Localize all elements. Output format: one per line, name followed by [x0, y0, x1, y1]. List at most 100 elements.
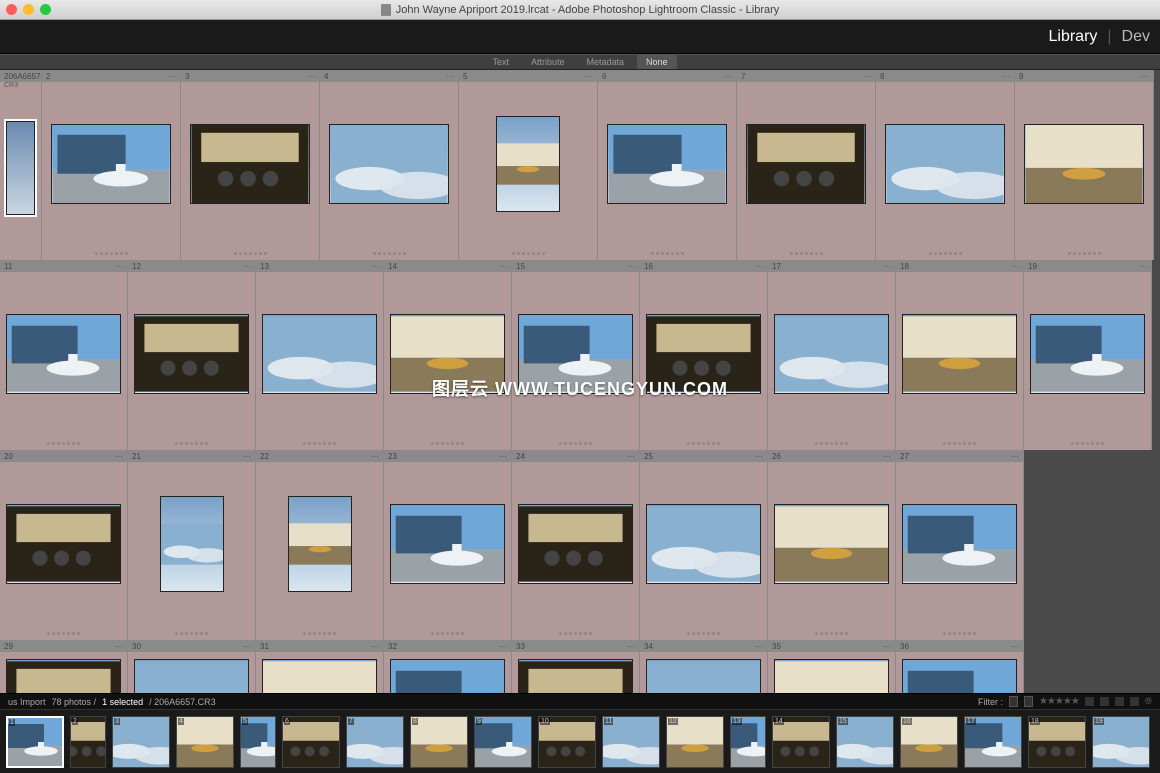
cell-menu-icon[interactable]: ⋯ [115, 452, 123, 461]
filter-tab-text[interactable]: Text [483, 55, 518, 69]
thumbnail[interactable] [390, 659, 505, 693]
rating-stars[interactable]: ★★★★★ [1039, 696, 1079, 707]
cell-menu-icon[interactable]: ⋯ [371, 262, 379, 271]
cell-menu-icon[interactable]: ⋯ [863, 72, 871, 81]
grid-cell[interactable]: 13⋯ [256, 260, 384, 450]
cell-menu-icon[interactable]: ⋯ [499, 262, 507, 271]
thumbnail[interactable] [646, 314, 761, 394]
thumbnail[interactable] [134, 659, 249, 693]
thumbnail[interactable] [6, 314, 121, 394]
thumbnail[interactable] [190, 124, 310, 204]
cell-menu-icon[interactable]: ⋯ [1011, 262, 1019, 271]
grid-cell[interactable]: 11⋯ [0, 260, 128, 450]
thumbnail[interactable] [6, 659, 121, 693]
grid-cell[interactable]: 6⋯ [598, 70, 737, 260]
cell-menu-icon[interactable]: ⋯ [115, 642, 123, 651]
grid-cell[interactable]: 33⋯ [512, 640, 640, 693]
cell-menu-icon[interactable]: ⋯ [627, 262, 635, 271]
cell-menu-icon[interactable]: ⋯ [755, 262, 763, 271]
filmstrip-thumb[interactable]: 14 [772, 716, 830, 768]
thumbnail[interactable] [902, 314, 1017, 394]
filmstrip-thumb[interactable]: 16 [900, 716, 958, 768]
module-develop[interactable]: Dev [1112, 28, 1160, 46]
grid-view[interactable]: 206A6657 CR3 2⋯ 3⋯ 4⋯ 5⋯ 6⋯ 7⋯ 8⋯ 9⋯ 11⋯… [0, 70, 1160, 693]
cell-menu-icon[interactable]: ⋯ [883, 642, 891, 651]
thumbnail[interactable] [6, 504, 121, 584]
filmstrip-thumb[interactable]: 15 [836, 716, 894, 768]
grid-cell[interactable]: 8⋯ [876, 70, 1015, 260]
cell-menu-icon[interactable]: ⋯ [307, 72, 315, 81]
grid-cell[interactable]: 2⋯ [42, 70, 181, 260]
color-label-yellow[interactable] [1100, 697, 1109, 706]
cell-menu-icon[interactable]: ⋯ [755, 452, 763, 461]
thumbnail[interactable] [902, 659, 1017, 693]
thumbnail[interactable] [774, 504, 889, 584]
cell-menu-icon[interactable]: ⋯ [1139, 262, 1147, 271]
thumbnail[interactable] [51, 124, 171, 204]
cell-menu-icon[interactable]: ⋯ [115, 262, 123, 271]
thumbnail[interactable] [262, 314, 377, 394]
grid-cell[interactable]: 25⋯ [640, 450, 768, 640]
grid-cell[interactable]: 24⋯ [512, 450, 640, 640]
thumbnail[interactable] [134, 314, 249, 394]
flag-reject-icon[interactable] [1024, 696, 1033, 707]
grid-cell[interactable]: 14⋯ [384, 260, 512, 450]
thumbnail[interactable] [518, 504, 633, 584]
grid-cell[interactable]: 30⋯ [128, 640, 256, 693]
filmstrip-thumb[interactable]: 19 [1092, 716, 1150, 768]
cell-menu-icon[interactable]: ⋯ [1002, 72, 1010, 81]
thumbnail[interactable] [390, 504, 505, 584]
cell-menu-icon[interactable]: ⋯ [446, 72, 454, 81]
filter-lock-icon[interactable]: ⦾ [1145, 696, 1152, 707]
filter-tab-none[interactable]: None [637, 55, 677, 69]
grid-cell[interactable]: 27⋯ [896, 450, 1024, 640]
thumbnail[interactable] [746, 124, 866, 204]
cell-menu-icon[interactable]: ⋯ [1141, 72, 1149, 81]
grid-cell[interactable]: 19⋯ [1024, 260, 1152, 450]
module-library[interactable]: Library [1038, 28, 1107, 46]
grid-cell[interactable]: 35⋯ [768, 640, 896, 693]
grid-cell[interactable]: 26⋯ [768, 450, 896, 640]
cell-menu-icon[interactable]: ⋯ [1011, 452, 1019, 461]
filmstrip-thumb[interactable]: 12 [666, 716, 724, 768]
thumbnail[interactable] [496, 116, 560, 212]
thumbnail[interactable] [885, 124, 1005, 204]
filmstrip-thumb[interactable]: 7 [346, 716, 404, 768]
cell-menu-icon[interactable]: ⋯ [627, 642, 635, 651]
color-label-blue[interactable] [1130, 697, 1139, 706]
cell-menu-icon[interactable]: ⋯ [1011, 642, 1019, 651]
cell-menu-icon[interactable]: ⋯ [371, 642, 379, 651]
filmstrip-thumb[interactable]: 1 [6, 716, 64, 768]
cell-menu-icon[interactable]: ⋯ [755, 642, 763, 651]
grid-cell[interactable]: 34⋯ [640, 640, 768, 693]
grid-cell[interactable]: 17⋯ [768, 260, 896, 450]
grid-cell[interactable]: 31⋯ [256, 640, 384, 693]
thumbnail[interactable] [774, 314, 889, 394]
thumbnail[interactable] [329, 124, 449, 204]
cell-menu-icon[interactable]: ⋯ [627, 452, 635, 461]
filmstrip[interactable]: 12345678910111213141516171819 [0, 709, 1160, 773]
grid-cell[interactable]: 29⋯ [0, 640, 128, 693]
filmstrip-thumb[interactable]: 3 [112, 716, 170, 768]
cell-menu-icon[interactable]: ⋯ [243, 642, 251, 651]
cell-menu-icon[interactable]: ⋯ [371, 452, 379, 461]
close-window-icon[interactable] [6, 4, 17, 15]
minimize-window-icon[interactable] [23, 4, 34, 15]
grid-cell[interactable]: 36⋯ [896, 640, 1024, 693]
thumbnail[interactable] [902, 504, 1017, 584]
flag-pick-icon[interactable] [1009, 696, 1018, 707]
filmstrip-thumb[interactable]: 4 [176, 716, 234, 768]
grid-cell[interactable]: 20⋯ [0, 450, 128, 640]
filmstrip-thumb[interactable]: 18 [1028, 716, 1086, 768]
thumbnail[interactable] [774, 659, 889, 693]
grid-cell-selected[interactable]: 206A6657 CR3 [0, 70, 42, 260]
filmstrip-thumb[interactable]: 5 [240, 716, 276, 768]
grid-cell[interactable]: 5⋯ [459, 70, 598, 260]
thumbnail[interactable] [288, 496, 352, 592]
grid-cell[interactable]: 4⋯ [320, 70, 459, 260]
grid-cell[interactable]: 22⋯ [256, 450, 384, 640]
thumbnail[interactable] [646, 659, 761, 693]
thumbnail[interactable] [518, 314, 633, 394]
thumbnail[interactable] [390, 314, 505, 394]
thumbnail[interactable] [518, 659, 633, 693]
